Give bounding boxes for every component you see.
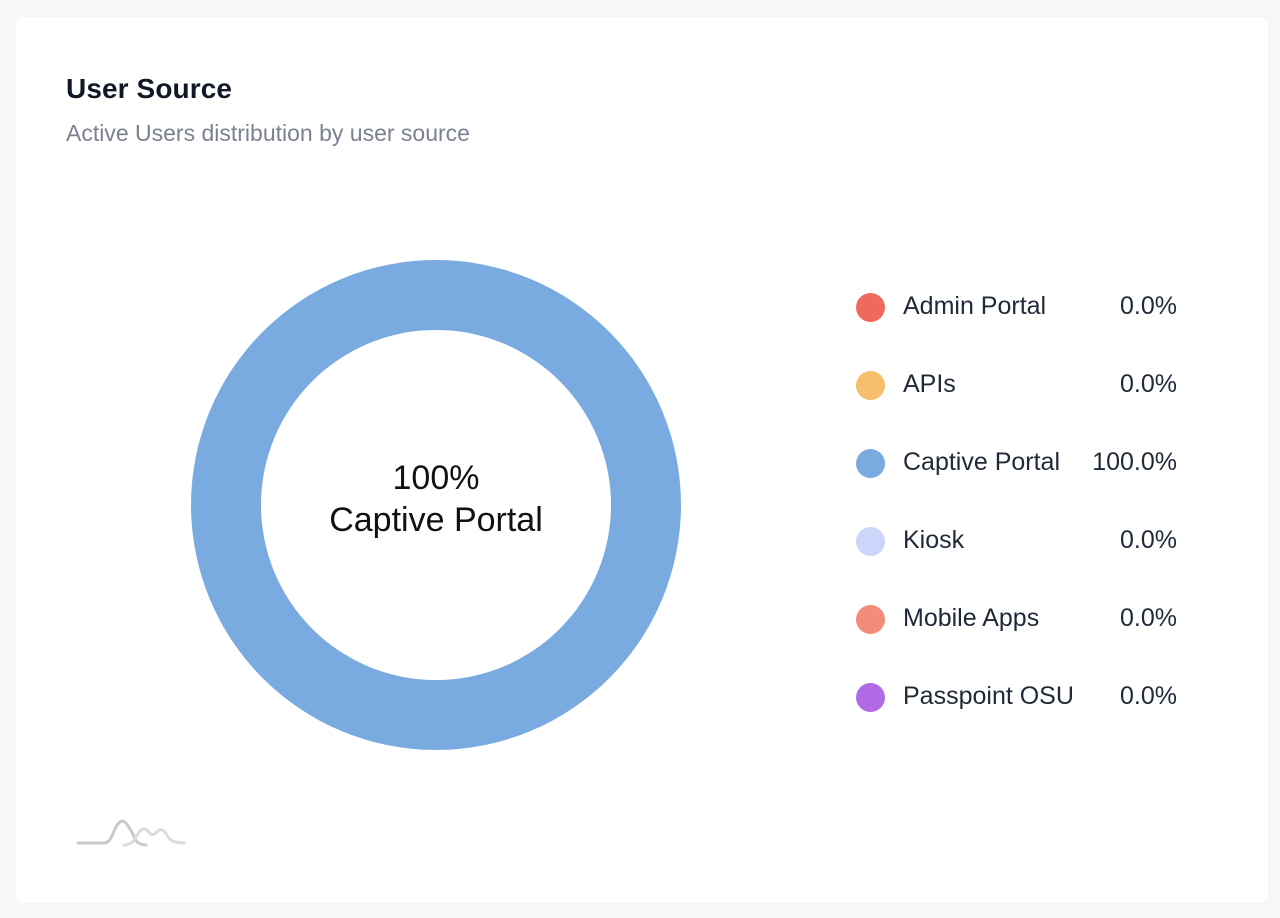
legend-item-captive-portal[interactable]: Captive Portal 100.0% [856, 433, 1186, 511]
legend-value: 0.0% [1120, 604, 1177, 632]
legend-item-apis[interactable]: APIs 0.0% [856, 355, 1186, 433]
legend-dot-kiosk [856, 527, 885, 556]
legend-value: 0.0% [1120, 370, 1177, 398]
legend-dot-apis [856, 371, 885, 400]
chart-legend: Admin Portal 0.0% APIs 0.0% Captive Portal 10… [856, 277, 1186, 745]
legend-label: Mobile Apps [903, 604, 1040, 632]
legend-label: Captive Portal [903, 448, 1061, 476]
legend-value: 0.0% [1120, 526, 1177, 554]
user-source-card: User Source Active Users distribution by… [16, 17, 1268, 903]
legend-dot-passpoint-osu [856, 683, 885, 712]
legend-dot-admin-portal [856, 293, 885, 322]
legend-item-passpoint-osu[interactable]: Passpoint OSU 0.0% [856, 667, 1186, 745]
legend-label: Passpoint OSU [903, 682, 1074, 710]
legend-value: 100.0% [1092, 448, 1177, 476]
legend-label: APIs [903, 370, 956, 398]
legend-label: Kiosk [903, 526, 965, 554]
legend-item-kiosk[interactable]: Kiosk 0.0% [856, 511, 1186, 589]
center-label-name: Captive Portal [329, 501, 543, 539]
legend-value: 0.0% [1120, 292, 1177, 320]
legend-dot-mobile-apps [856, 605, 885, 634]
legend-item-mobile-apps[interactable]: Mobile Apps 0.0% [856, 589, 1186, 667]
center-label-value: 100% [392, 459, 480, 497]
legend-value: 0.0% [1120, 682, 1177, 710]
legend-label: Admin Portal [903, 292, 1047, 320]
legend-item-admin-portal[interactable]: Admin Portal 0.0% [856, 277, 1186, 355]
donut-center-label: 100% Captive Portal [286, 457, 586, 541]
chart-watermark-logo [76, 819, 186, 847]
legend-dot-captive-portal [856, 449, 885, 478]
